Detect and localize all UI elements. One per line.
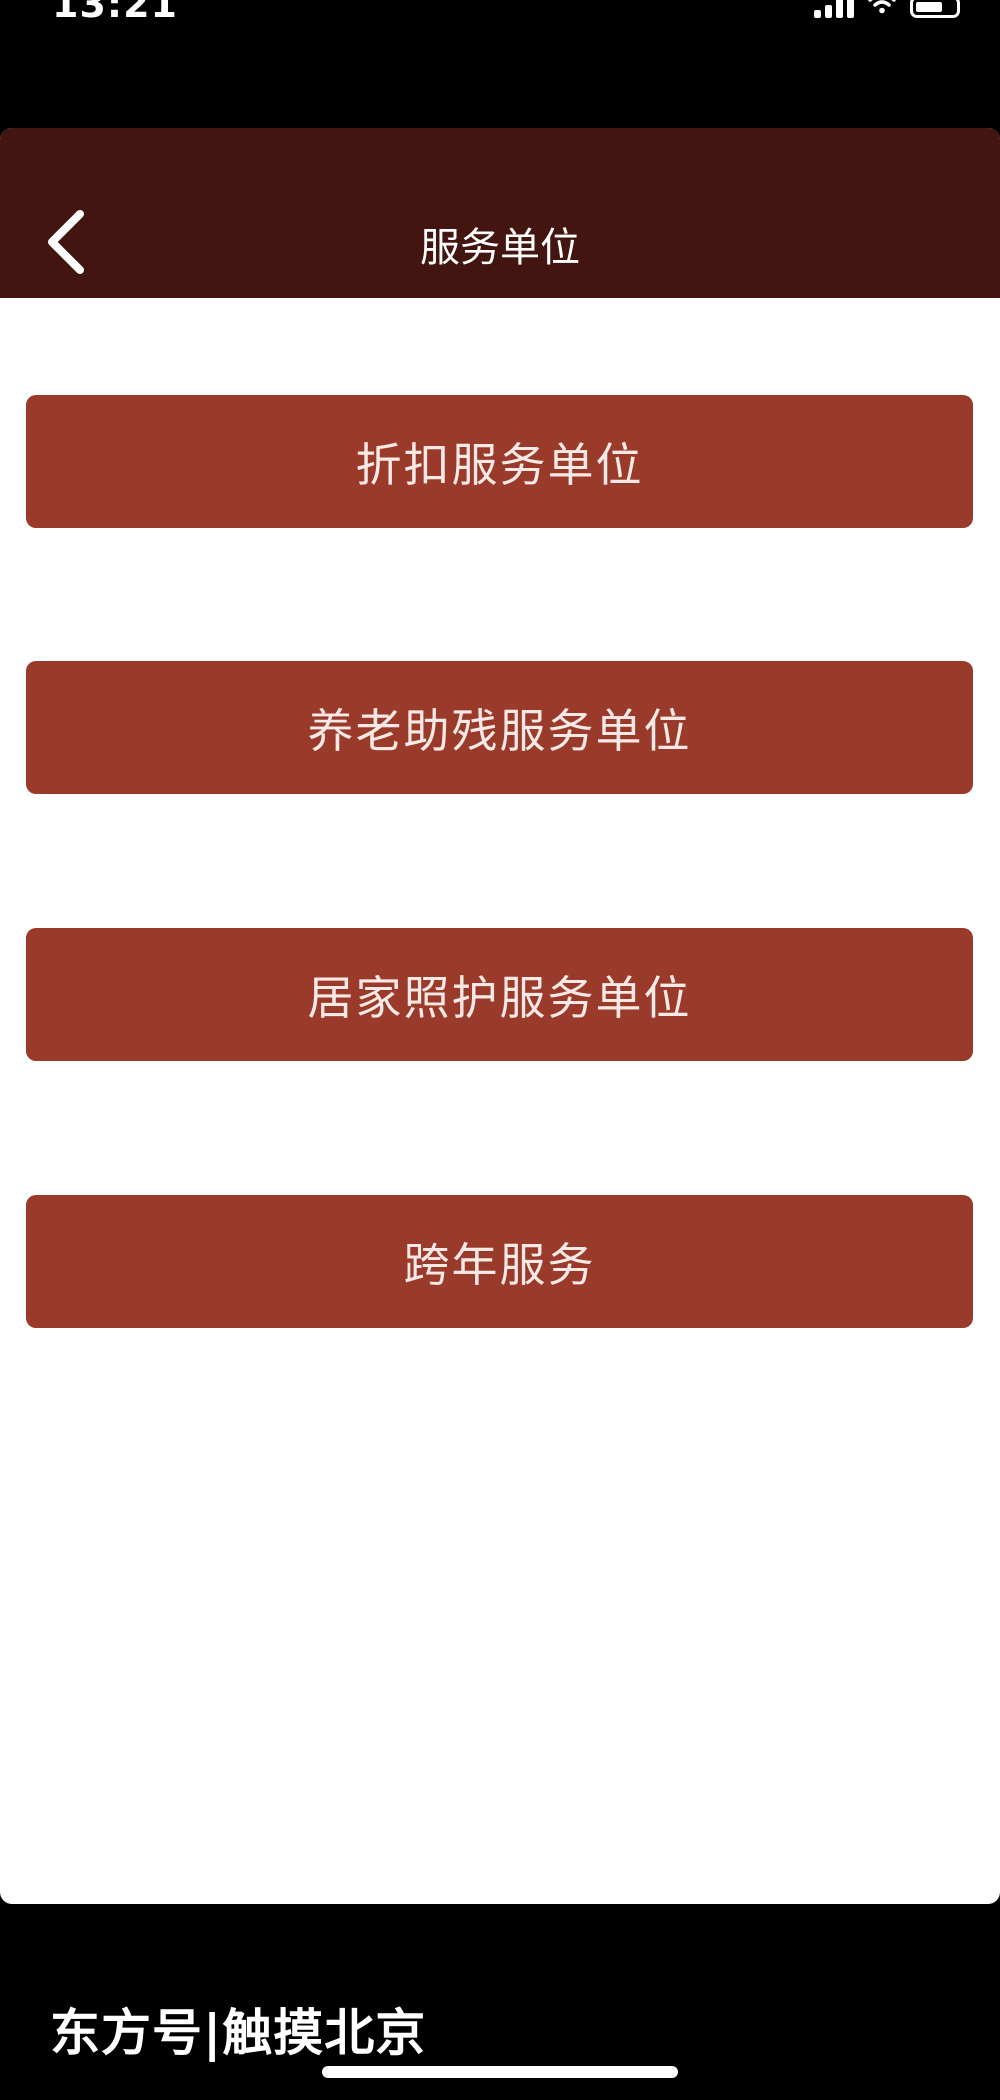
status-time: 13:21	[52, 0, 178, 26]
home-care-service-units-button[interactable]: 居家照护服务单位	[26, 928, 973, 1061]
app-page: 服务单位 折扣服务单位 养老助残服务单位 居家照护服务单位 跨年服务	[0, 128, 1000, 1904]
wifi-icon	[868, 0, 896, 18]
elderly-disabled-service-units-button[interactable]: 养老助残服务单位	[26, 661, 973, 794]
menu-button-label: 跨年服务	[403, 1237, 596, 1292]
menu-button-label: 居家照护服务单位	[307, 970, 692, 1025]
battery-icon	[910, 0, 960, 18]
page-title: 服务单位	[420, 225, 580, 271]
status-bar: 13:21	[0, 0, 1000, 40]
status-icons	[814, 0, 960, 18]
cross-year-service-button[interactable]: 跨年服务	[26, 1195, 973, 1328]
source-watermark: 东方号|触摸北京	[50, 2004, 427, 2062]
menu-button-label: 折扣服务单位	[355, 437, 644, 492]
navigation-bar: 服务单位	[0, 128, 1000, 298]
discount-service-units-button[interactable]: 折扣服务单位	[26, 395, 973, 528]
signal-icon	[814, 0, 854, 18]
menu-button-label: 养老助残服务单位	[307, 703, 692, 758]
home-indicator[interactable]	[322, 2066, 678, 2078]
